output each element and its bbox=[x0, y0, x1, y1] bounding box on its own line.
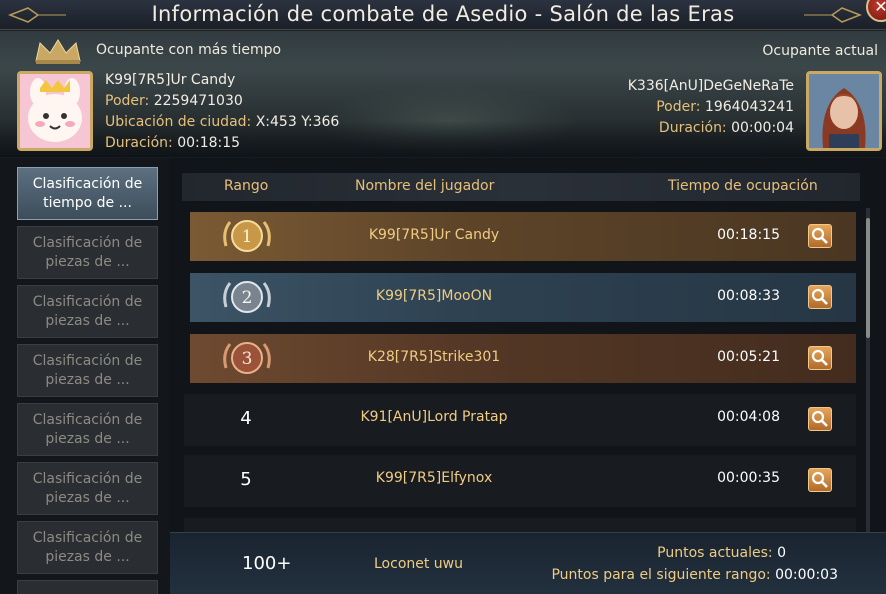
sidebar-item-label: Clasificación de piezas de ... bbox=[32, 530, 143, 565]
header-occupation-time: Tiempo de ocupación bbox=[668, 178, 818, 194]
occupation-time: 00:18:15 bbox=[717, 227, 780, 243]
table-row-partial[interactable] bbox=[184, 518, 856, 532]
current-points: Puntos actuales: 0 bbox=[657, 545, 786, 561]
current-occupant-power: 1964043241 bbox=[704, 99, 794, 115]
longest-occupant-label: Ocupante con más tiempo bbox=[96, 42, 282, 58]
table-row[interactable]: 4 K91[AnU]Lord Pratap 00:04:08 bbox=[184, 394, 856, 446]
view-player-button[interactable] bbox=[808, 224, 832, 248]
occupation-time: 00:08:33 bbox=[717, 288, 780, 304]
player-name: K99[7R5]Ur Candy bbox=[368, 227, 500, 243]
duration-label: Duración: bbox=[658, 120, 727, 136]
view-player-button[interactable] bbox=[808, 407, 832, 431]
rank-number: 5 bbox=[240, 469, 252, 490]
sidebar-item-label: Clasificación de piezas de ... bbox=[32, 294, 143, 329]
view-player-button[interactable] bbox=[808, 468, 832, 492]
rank-1-text: 1 bbox=[242, 227, 253, 247]
own-player-name: Loconet uwu bbox=[374, 556, 464, 572]
occupant-header: Ocupante con más tiempo Ocupante actual … bbox=[0, 31, 886, 157]
sidebar-item-pieces-ranking[interactable]: Clasificación de piezas de ... bbox=[17, 226, 158, 279]
next-rank-points: Puntos para el siguiente rango: 00:00:03 bbox=[551, 567, 838, 583]
view-player-button[interactable] bbox=[808, 346, 832, 370]
gold-medal-icon: 1 bbox=[223, 220, 271, 252]
sidebar-item-pieces-ranking[interactable]: Clasificación de piezas de ... bbox=[17, 521, 158, 574]
occupation-time: 00:04:08 bbox=[717, 409, 780, 425]
power-label: Poder: bbox=[656, 99, 701, 115]
player-name: K91[AnU]Lord Pratap bbox=[360, 409, 508, 425]
title-bar: Información de combate de Asedio - Salón… bbox=[0, 0, 886, 30]
current-occupant-duration: 00:00:04 bbox=[731, 120, 794, 136]
table-row[interactable]: 2 K99[7R5]MooON 00:08:33 bbox=[190, 273, 856, 322]
current-occupant-label: Ocupante actual bbox=[762, 43, 878, 59]
bunny-avatar-icon bbox=[20, 74, 90, 148]
occupation-time: 00:05:21 bbox=[717, 349, 780, 365]
ornament-icon bbox=[804, 7, 862, 23]
table-header: Rango Nombre del jugador Tiempo de ocupa… bbox=[182, 173, 860, 201]
scrollbar-thumb[interactable] bbox=[866, 218, 870, 338]
duration-label: Duración: bbox=[105, 135, 173, 151]
sidebar-item-label: Clasificación de piezas de ... bbox=[32, 412, 143, 447]
sidebar-item-pieces-ranking[interactable]: Clasificación de piezas de ... bbox=[17, 285, 158, 338]
sidebar-item-partial[interactable] bbox=[17, 580, 158, 594]
current-points-label: Puntos actuales: bbox=[657, 545, 773, 561]
sidebar-item-label: Clasificación de piezas de ... bbox=[32, 471, 143, 506]
own-rank-bar: 100+ Loconet uwu Puntos actuales: 0 Punt… bbox=[170, 532, 886, 594]
next-rank-value: 00:00:03 bbox=[775, 567, 838, 583]
sidebar-item-label: Clasificación de tiempo de ... bbox=[32, 176, 143, 211]
longest-occupant-location: X:453 Y:366 bbox=[255, 114, 340, 130]
location-label: Ubicación de ciudad: bbox=[105, 114, 252, 130]
ranking-table: Rango Nombre del jugador Tiempo de ocupa… bbox=[170, 158, 886, 594]
search-icon bbox=[811, 227, 828, 244]
sidebar-item-pieces-ranking[interactable]: Clasificación de piezas de ... bbox=[17, 403, 158, 456]
view-player-button[interactable] bbox=[808, 285, 832, 309]
longest-occupant-duration: 00:18:15 bbox=[177, 135, 241, 151]
longest-occupant-info: K99[7R5]Ur Candy Poder: 2259471030 Ubica… bbox=[105, 70, 339, 154]
player-name: K99[7R5]Elfynox bbox=[375, 470, 493, 486]
own-rank: 100+ bbox=[242, 553, 292, 574]
sidebar-item-label: Clasificación de piezas de ... bbox=[32, 353, 143, 388]
longest-occupant-avatar[interactable] bbox=[17, 71, 93, 151]
table-row[interactable]: 3 K28[7R5]Strike301 00:05:21 bbox=[190, 334, 856, 383]
crown-icon bbox=[35, 39, 81, 64]
sidebar-item-time-ranking[interactable]: Clasificación de tiempo de ... bbox=[17, 167, 158, 220]
longest-occupant-name: K99[7R5]Ur Candy bbox=[105, 72, 236, 88]
header-rank: Rango bbox=[224, 178, 269, 194]
current-occupant-name: K336[AnU]DeGeNeRaTe bbox=[627, 78, 794, 94]
search-icon bbox=[811, 410, 828, 427]
current-points-value: 0 bbox=[777, 545, 786, 561]
rank-number: 4 bbox=[240, 408, 252, 429]
power-label: Poder: bbox=[105, 93, 150, 109]
close-icon: ✕ bbox=[874, 0, 886, 16]
header-player-name: Nombre del jugador bbox=[355, 178, 495, 194]
table-row[interactable]: 1 K99[7R5]Ur Candy 00:18:15 bbox=[190, 212, 856, 261]
player-name: K99[7R5]MooON bbox=[375, 288, 493, 304]
silver-medal-icon: 2 bbox=[223, 281, 271, 313]
rank-2-text: 2 bbox=[242, 288, 253, 308]
search-icon bbox=[811, 349, 828, 366]
sidebar-item-pieces-ranking[interactable]: Clasificación de piezas de ... bbox=[17, 462, 158, 515]
sidebar-item-pieces-ranking[interactable]: Clasificación de piezas de ... bbox=[17, 344, 158, 397]
current-occupant-avatar[interactable] bbox=[806, 71, 882, 151]
table-row[interactable]: 5 K99[7R5]Elfynox 00:00:35 bbox=[184, 455, 856, 507]
sidebar-item-label: Clasificación de piezas de ... bbox=[32, 235, 143, 270]
search-icon bbox=[811, 471, 828, 488]
ranking-sidebar: Clasificación de tiempo de ... Clasifica… bbox=[0, 158, 170, 594]
search-icon bbox=[811, 288, 828, 305]
bronze-medal-icon: 3 bbox=[223, 342, 271, 374]
longest-occupant-power: 2259471030 bbox=[153, 93, 243, 109]
player-name: K28[7R5]Strike301 bbox=[367, 349, 501, 365]
rank-3-text: 3 bbox=[242, 349, 253, 369]
next-rank-label: Puntos para el siguiente rango: bbox=[551, 567, 771, 583]
current-occupant-info: K336[AnU]DeGeNeRaTe Poder: 1964043241 Du… bbox=[628, 76, 794, 139]
portrait-avatar-icon bbox=[809, 74, 879, 148]
siege-combat-window: Información de combate de Asedio - Salón… bbox=[0, 0, 886, 594]
window-title: Información de combate de Asedio - Salón… bbox=[151, 2, 735, 26]
occupation-time: 00:00:35 bbox=[717, 470, 780, 486]
